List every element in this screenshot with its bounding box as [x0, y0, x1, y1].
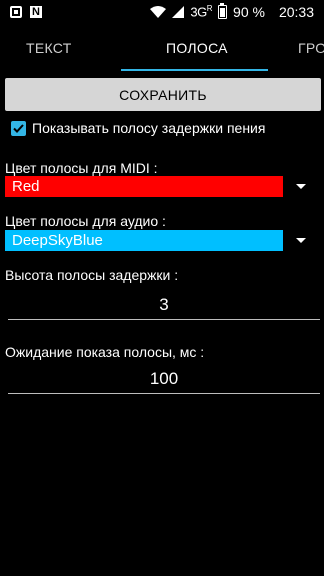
- battery-level: 90 %: [233, 4, 265, 20]
- clock: 20:33: [278, 4, 314, 20]
- tab-volume[interactable]: ГРО: [298, 24, 324, 72]
- tab-bar: ТЕКСТ ПОЛОСА ГРО: [0, 24, 324, 72]
- network-type: 3GR: [190, 4, 213, 20]
- status-bar: N 3GR 90 % 20:33: [0, 0, 324, 24]
- status-right: 3GR 90 % 20:33: [150, 3, 324, 20]
- audio-color-value: DeepSkyBlue: [12, 232, 103, 249]
- save-button[interactable]: СОХРАНИТЬ: [5, 78, 321, 111]
- cellular-signal-icon: [172, 6, 185, 18]
- midi-color-label: Цвет полосы для MIDI :: [5, 160, 158, 176]
- audio-color-label: Цвет полосы для аудио :: [5, 213, 166, 229]
- n-notification-icon: N: [30, 6, 42, 18]
- battery-icon: [218, 3, 228, 19]
- audio-color-select[interactable]: DeepSkyBlue: [5, 230, 283, 251]
- notification-app-icon: [10, 6, 22, 18]
- show-wait-input[interactable]: 100: [8, 365, 320, 394]
- show-delay-bar-row[interactable]: Показывать полосу задержки пения: [11, 120, 265, 136]
- audio-color-dropdown-icon[interactable]: [296, 238, 306, 243]
- status-left: N: [0, 6, 42, 18]
- show-delay-bar-checkbox[interactable]: [11, 120, 26, 136]
- delay-height-input[interactable]: 3: [8, 291, 320, 320]
- show-delay-bar-label: Показывать полосу задержки пения: [32, 120, 266, 136]
- checkmark-icon: [13, 123, 24, 133]
- active-tab-indicator: [121, 69, 268, 71]
- tab-text[interactable]: ТЕКСТ: [26, 24, 72, 72]
- show-wait-label: Ожидание показа полосы, мс :: [5, 344, 205, 360]
- wifi-icon: [150, 6, 167, 18]
- tab-bar-settings[interactable]: ПОЛОСА: [166, 24, 228, 72]
- midi-color-value: Red: [12, 178, 40, 195]
- midi-color-dropdown-icon[interactable]: [296, 184, 306, 189]
- delay-height-label: Высота полосы задержки :: [5, 267, 179, 283]
- midi-color-select[interactable]: Red: [5, 176, 283, 197]
